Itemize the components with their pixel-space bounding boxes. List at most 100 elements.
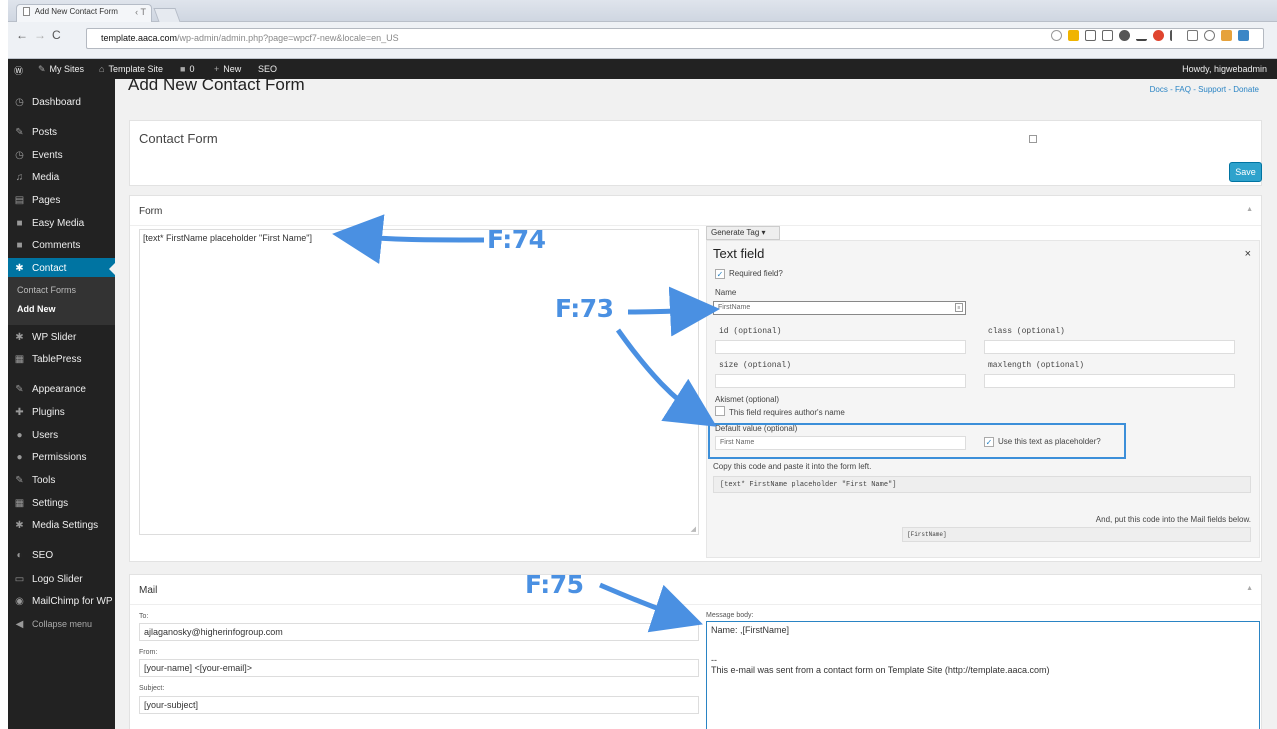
tab-close-icon[interactable]: ‹ T xyxy=(135,7,146,17)
plugin-icon: ✚ xyxy=(15,407,24,418)
class-label: class (optional) xyxy=(988,327,1065,336)
sidebar-item-settings[interactable]: ▦ Settings xyxy=(8,493,115,515)
close-icon[interactable]: × xyxy=(1245,248,1251,260)
form-textarea[interactable]: [text* FirstName placeholder "First Name… xyxy=(139,229,699,535)
submenu-contact-forms[interactable]: Contact Forms xyxy=(17,285,76,295)
sidebar-item-tools[interactable]: ✎ Tools xyxy=(8,470,115,492)
sidebar-item-logo-slider[interactable]: ▭ Logo Slider xyxy=(8,569,115,591)
body-line: Name: ,[FirstName] xyxy=(711,625,790,635)
sidebar-item-media-settings[interactable]: ✱ Media Settings xyxy=(8,515,115,537)
browser-chrome: Add New Contact Form ‹ T ← → C template.… xyxy=(8,0,1277,59)
subject-label: Subject: xyxy=(139,685,165,692)
form-heading: Form xyxy=(139,206,163,217)
wordpress-logo-icon[interactable]: Ⓦ xyxy=(14,64,23,77)
help-links[interactable]: Docs - FAQ - Support - Donate xyxy=(1150,85,1259,94)
body-line xyxy=(711,640,1255,655)
sidebar-item-pages[interactable]: ▤ Pages xyxy=(8,190,115,212)
back-icon[interactable]: ← xyxy=(16,28,28,42)
default-value-field[interactable]: First Name xyxy=(715,436,966,450)
name-field[interactable]: FirstName ≡ xyxy=(713,301,966,315)
forward-icon[interactable]: → xyxy=(34,28,46,42)
to-field[interactable]: ajlaganosky@higherinfogroup.com xyxy=(139,623,699,641)
folder-icon[interactable] xyxy=(1068,30,1079,41)
sidebar-item-label: Appearance xyxy=(32,384,86,395)
message-body-field[interactable]: Name: ,[FirstName] -- This e-mail was se… xyxy=(706,621,1260,729)
plus-icon: + xyxy=(214,64,220,74)
star-icon[interactable] xyxy=(1051,30,1062,41)
site-name-link[interactable]: ⌂ Template Site xyxy=(99,64,163,74)
sidebar-item-comments[interactable]: ■ Comments xyxy=(8,235,115,257)
sidebar-item-label: Comments xyxy=(32,240,81,251)
function-icon[interactable] xyxy=(1136,30,1147,41)
sidebar-item-label: Tools xyxy=(32,475,56,486)
page-icon[interactable] xyxy=(1102,30,1113,41)
field-menu-icon: ≡ xyxy=(955,303,963,312)
sidebar-item-easy-media[interactable]: ■ Easy Media xyxy=(8,213,115,235)
mail-tag-code[interactable]: [FirstName] xyxy=(902,527,1251,542)
sidebar-item-events[interactable]: ◷ Events xyxy=(8,145,115,167)
page-title: Add New Contact Form xyxy=(128,75,305,94)
table-icon: ▦ xyxy=(14,354,25,365)
subject-field[interactable]: [your-subject] xyxy=(139,696,699,714)
cast-icon[interactable] xyxy=(1085,30,1096,41)
sidebar-item-label: Media Settings xyxy=(32,520,99,531)
sidebar-item-tablepress[interactable]: ▦ TablePress xyxy=(8,349,115,371)
seo-icon: ◐ xyxy=(16,550,23,561)
howdy-user[interactable]: Howdy, higwebadmin xyxy=(1182,64,1267,74)
divider xyxy=(130,604,1261,605)
comments-link[interactable]: ■ 0 xyxy=(180,64,194,74)
sidebar-item-dashboard[interactable]: ◷ Dashboard xyxy=(8,92,115,114)
browser-tab[interactable]: Add New Contact Form ‹ T xyxy=(16,4,152,22)
my-sites-link[interactable]: ✎ My Sites xyxy=(38,64,84,75)
record-icon[interactable] xyxy=(1153,30,1164,41)
akismet-checkbox[interactable]: This field requires author's name xyxy=(715,406,845,417)
sidebar-item-appearance[interactable]: ✎ Appearance xyxy=(8,379,115,401)
sidebar-item-users[interactable]: ● Users xyxy=(8,425,115,447)
required-checkbox[interactable]: ✓ Required field? xyxy=(715,269,783,279)
sidebar-item-collapse-menu[interactable]: ◀ Collapse menu xyxy=(8,614,115,636)
sidebar-item-permissions[interactable]: ● Permissions xyxy=(8,447,115,469)
id-field[interactable] xyxy=(715,340,966,354)
save-button[interactable]: Save xyxy=(1229,162,1262,182)
resize-grip-icon[interactable]: ◢ xyxy=(691,525,696,533)
sidebar-item-seo[interactable]: ◐ SEO xyxy=(8,545,115,567)
site-name-label: Template Site xyxy=(108,64,163,74)
submenu-add-new[interactable]: Add New xyxy=(17,304,56,314)
generated-code[interactable]: [text* FirstName placeholder "First Name… xyxy=(713,476,1251,493)
seo-link[interactable]: SEO xyxy=(258,64,277,74)
gear-icon: ✱ xyxy=(15,263,24,274)
size-field[interactable] xyxy=(715,374,966,388)
generate-tag-dropdown[interactable]: Generate Tag ▾ xyxy=(706,226,780,240)
tool-icon[interactable] xyxy=(1204,30,1215,41)
shortcode-icon[interactable] xyxy=(1029,135,1037,143)
comments-count: 0 xyxy=(189,64,195,74)
class-field[interactable] xyxy=(984,340,1235,354)
new-tab-button[interactable] xyxy=(153,8,181,22)
form-toggle-icon[interactable]: ▲ xyxy=(1246,206,1253,213)
new-link[interactable]: + New xyxy=(214,64,241,74)
form-title-input[interactable]: Contact Form xyxy=(139,131,218,146)
sidebar-item-plugins[interactable]: ✚ Plugins xyxy=(8,402,115,424)
id-label: id (optional) xyxy=(719,327,782,336)
reload-icon[interactable]: C xyxy=(52,28,61,42)
sidebar-item-posts[interactable]: ✎ Posts xyxy=(8,122,115,144)
sidebar-item-label: Logo Slider xyxy=(32,574,83,585)
info-icon[interactable] xyxy=(1170,30,1181,41)
hand-icon[interactable] xyxy=(1187,30,1198,41)
mail-toggle-icon[interactable]: ▲ xyxy=(1246,585,1253,592)
extension-icon[interactable] xyxy=(1238,30,1249,41)
sidebar-item-mailchimp-for-wp[interactable]: ◉ MailChimp for WP xyxy=(8,591,115,613)
address-bar[interactable]: template.aaca.com/wp-admin/admin.php?pag… xyxy=(86,28,1264,49)
person-icon[interactable] xyxy=(1221,30,1232,41)
from-field[interactable]: [your-name] <[your-email]> xyxy=(139,659,699,677)
url-host: template.aaca.com xyxy=(101,33,178,43)
sidebar-item-wp-slider[interactable]: ✱ WP Slider xyxy=(8,327,115,349)
comment-icon: ■ xyxy=(16,240,23,251)
sidebar-item-label: Collapse menu xyxy=(32,619,93,629)
placeholder-checkbox[interactable]: ✓ Use this text as placeholder? xyxy=(984,437,1101,447)
sidebar-item-media[interactable]: ♫ Media xyxy=(8,167,115,189)
gear-icon[interactable] xyxy=(1119,30,1130,41)
sidebar-item-label: Dashboard xyxy=(32,97,81,108)
maxlength-field[interactable] xyxy=(984,374,1235,388)
comment-icon: ■ xyxy=(180,64,186,74)
